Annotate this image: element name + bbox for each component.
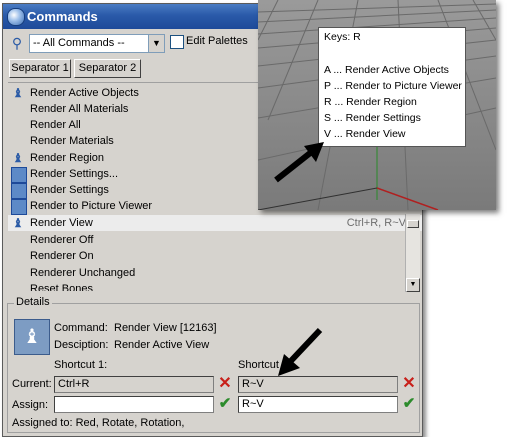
- confirm-shortcut-1-icon[interactable]: ✔: [217, 396, 233, 412]
- edit-palettes-label: Edit Palettes: [186, 35, 248, 47]
- keys-popup-title: Keys: R: [324, 31, 361, 43]
- annotation-arrow-icon: [278, 327, 323, 376]
- scroll-thumb[interactable]: [407, 220, 419, 228]
- key-item[interactable]: R ... Render Region: [324, 96, 417, 108]
- command-label: Render All: [30, 119, 81, 131]
- key-item[interactable]: V ... Render View: [324, 128, 406, 140]
- key-item[interactable]: A ... Render Active Objects: [324, 64, 449, 76]
- description-label: Desciption:: [54, 339, 109, 351]
- command-label: Render Active Objects: [30, 87, 139, 99]
- details-group: Details ♝ Command: Render View [12163] D…: [7, 296, 420, 433]
- annotation-arrow-icon: [274, 142, 324, 183]
- teapot-icon: ♝: [12, 86, 24, 100]
- list-item-selected[interactable]: ♝ Render View Ctrl+R, R~V: [8, 215, 422, 231]
- render-frame-icon: [11, 167, 27, 183]
- current-shortcut-1-field: Ctrl+R: [54, 376, 214, 393]
- teapot-icon: ♝: [12, 216, 24, 230]
- separator-2-button[interactable]: Separator 2: [74, 59, 141, 78]
- delete-shortcut-1-icon[interactable]: ✕: [217, 376, 233, 392]
- window-title: Commands: [27, 9, 98, 24]
- list-item[interactable]: Renderer Unchanged: [8, 265, 408, 281]
- command-filter-select[interactable]: -- All Commands -- ▼: [29, 34, 165, 53]
- details-legend: Details: [14, 296, 52, 308]
- description-value: Render Active View: [114, 339, 210, 351]
- separator-1-button[interactable]: Separator 1: [9, 59, 71, 78]
- command-label: Render Settings...: [30, 168, 119, 180]
- teapot-icon: ♝: [12, 151, 24, 165]
- teapot-icon: ♝: [14, 319, 50, 355]
- shortcut-1-label: Shortcut 1:: [54, 359, 108, 371]
- assign-shortcut-2-input[interactable]: R~V: [238, 396, 398, 413]
- pin-icon[interactable]: ⚲: [9, 35, 25, 51]
- current-label: Current:: [12, 378, 52, 390]
- confirm-shortcut-2-icon[interactable]: ✔: [401, 396, 417, 412]
- assigned-to-text: Assigned to: Red, Rotate, Rotation,: [12, 417, 185, 429]
- assign-label: Assign:: [12, 399, 49, 411]
- command-value: Render View [12163]: [114, 322, 217, 334]
- command-label: Renderer On: [30, 250, 94, 262]
- key-item[interactable]: S ... Render Settings: [324, 112, 421, 124]
- command-label: Render Materials: [30, 135, 114, 147]
- app-icon: [7, 8, 25, 26]
- filter-value: -- All Commands --: [33, 37, 125, 49]
- render-frame-icon: [11, 183, 27, 199]
- command-label: Renderer Off: [30, 234, 94, 246]
- key-item[interactable]: P ... Render to Picture Viewer: [324, 80, 462, 92]
- list-scrollbar[interactable]: ▼: [405, 214, 420, 292]
- render-frame-icon: [11, 199, 27, 215]
- chevron-down-icon[interactable]: ▼: [148, 35, 164, 52]
- delete-shortcut-2-icon[interactable]: ✕: [401, 376, 417, 392]
- assign-shortcut-1-input[interactable]: [54, 396, 214, 413]
- list-item[interactable]: Renderer On: [8, 248, 408, 264]
- command-label: Render Region: [30, 152, 104, 164]
- command-label: Renderer Unchanged: [30, 267, 136, 279]
- keys-popup: Keys: R A ... Render Active Objects P ..…: [318, 27, 466, 147]
- command-label: Command:: [54, 322, 108, 334]
- command-label: Render All Materials: [30, 103, 129, 115]
- list-item[interactable]: Renderer Off: [8, 232, 408, 248]
- edit-palettes-checkbox[interactable]: [170, 35, 184, 49]
- command-shortcut: Ctrl+R, R~V: [346, 217, 406, 229]
- command-label: Render Settings: [30, 184, 109, 196]
- command-label: Render View: [30, 217, 93, 229]
- scroll-down-icon[interactable]: ▼: [406, 278, 420, 292]
- command-label: Render to Picture Viewer: [30, 200, 153, 212]
